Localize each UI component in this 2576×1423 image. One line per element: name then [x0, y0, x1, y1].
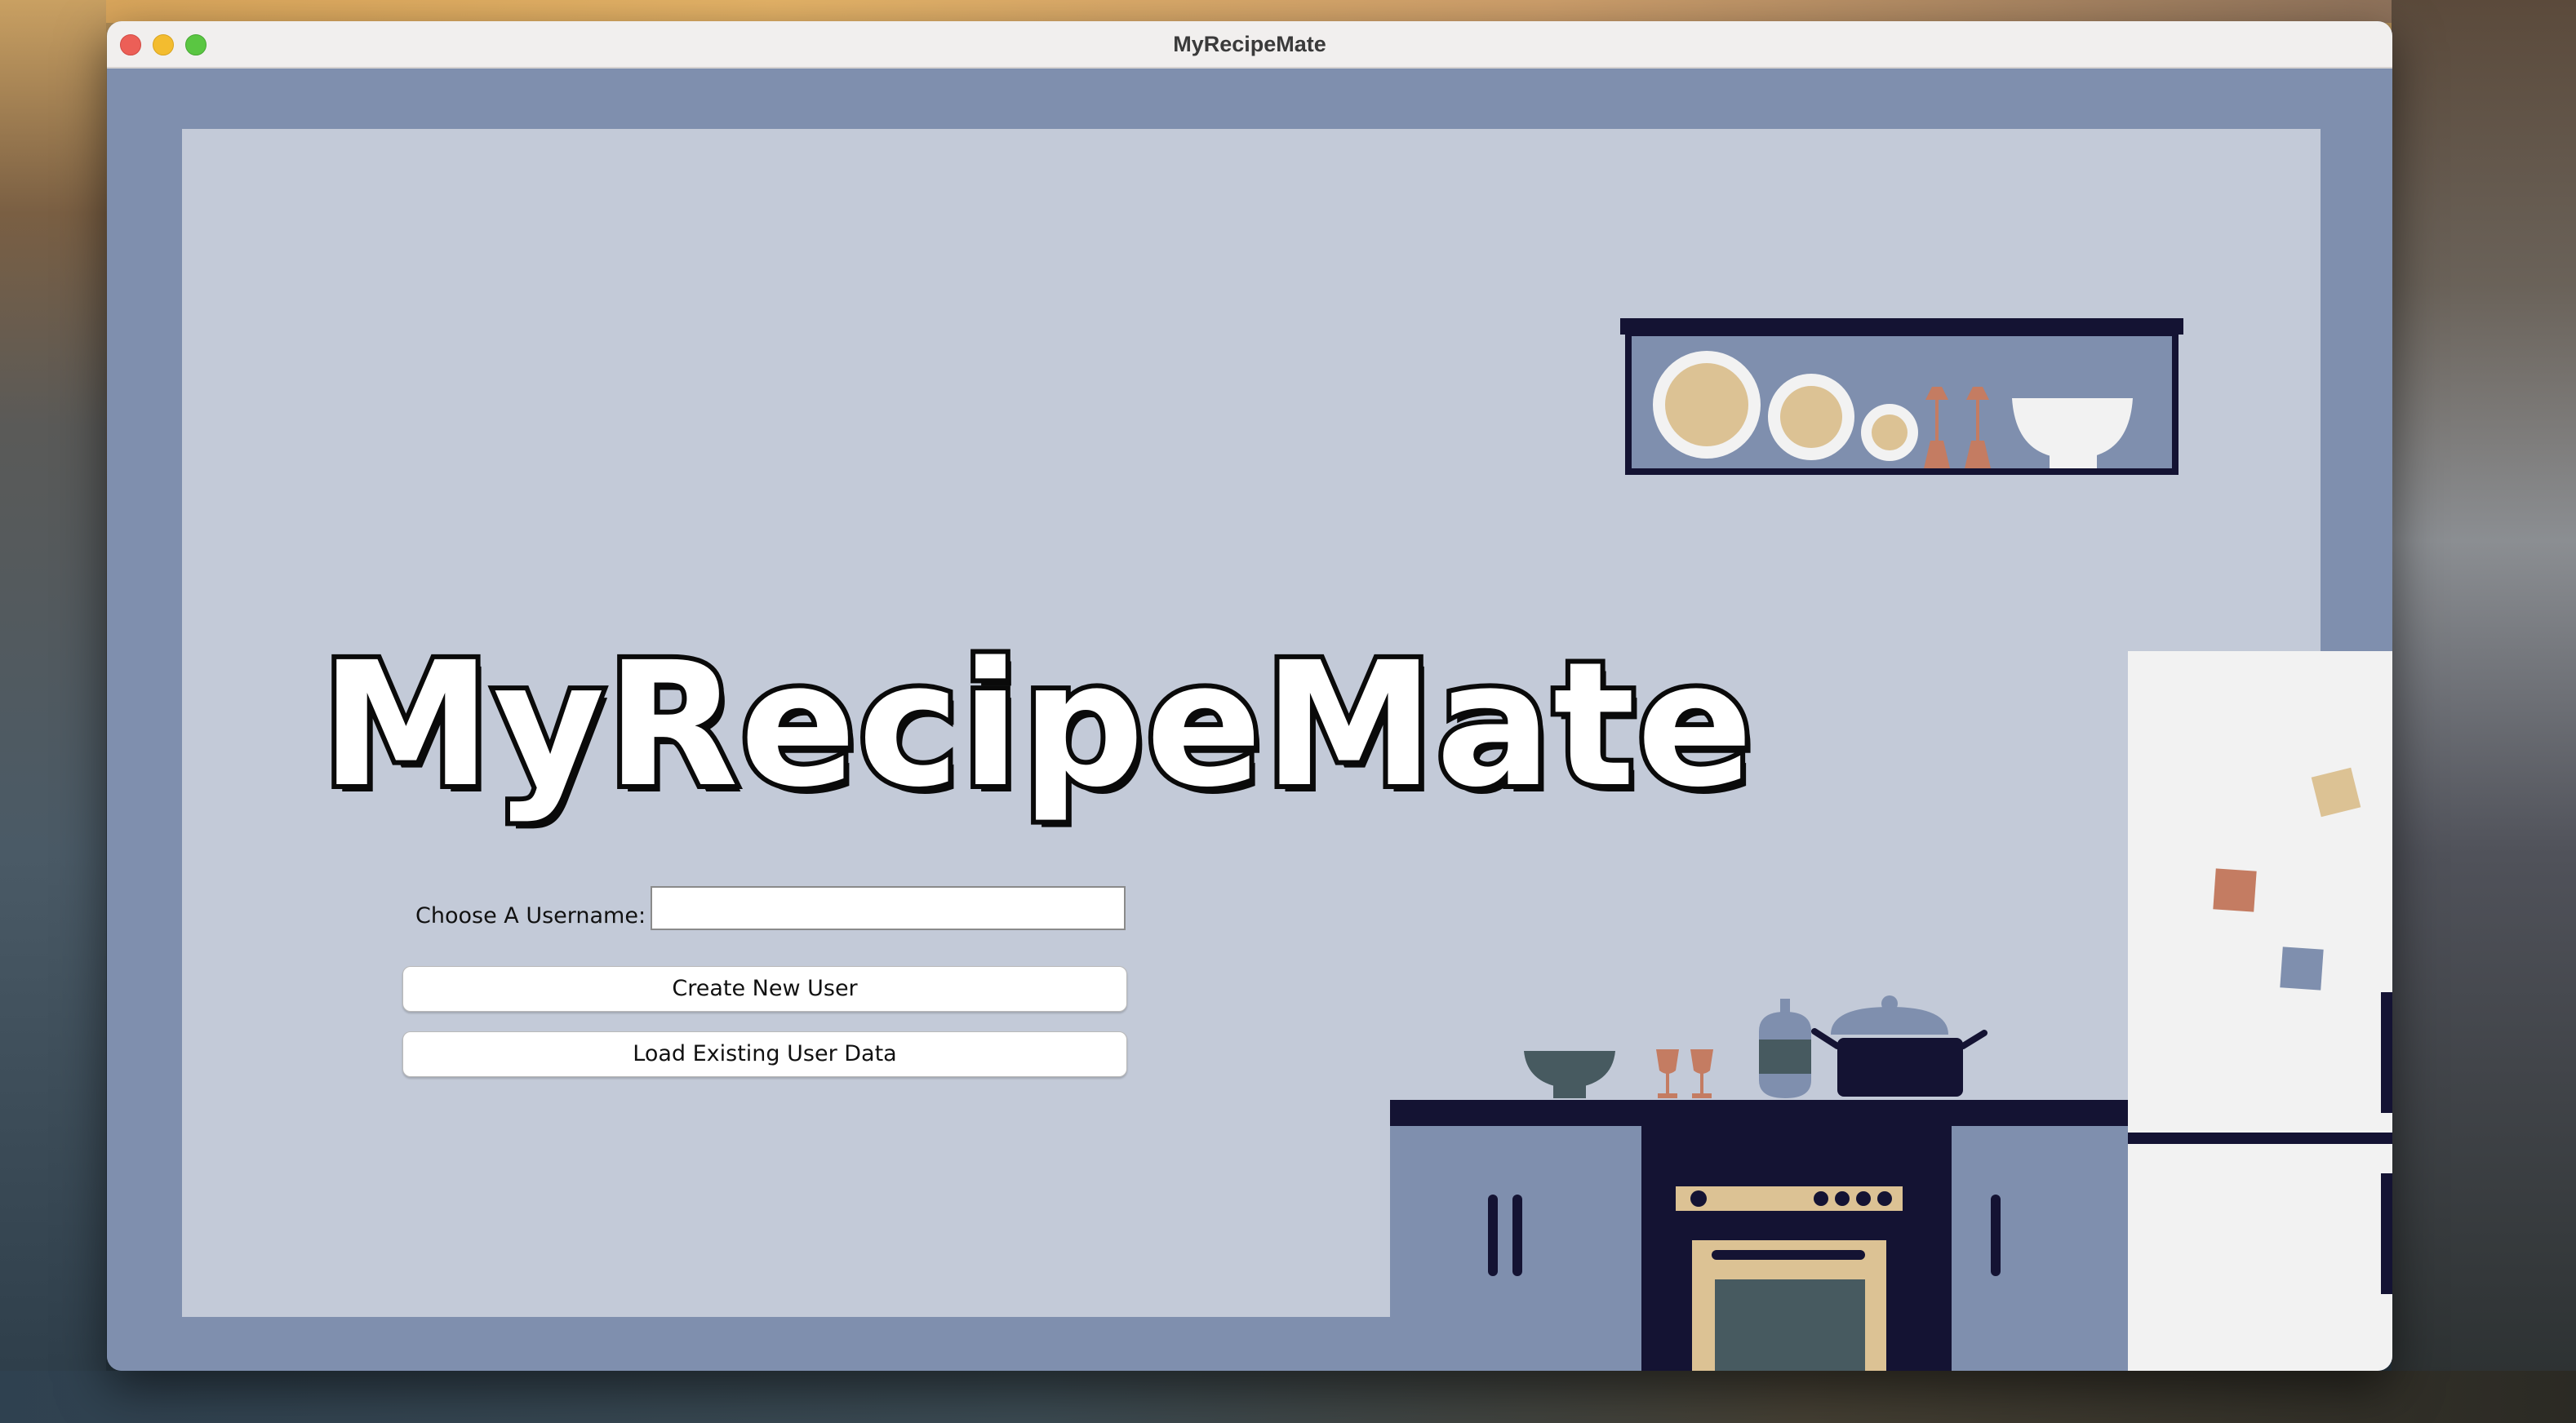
desktop-wallpaper-right	[2392, 0, 2576, 1423]
oven-handle	[1712, 1250, 1865, 1260]
cabinet-right	[1952, 1126, 2139, 1371]
username-input[interactable]	[651, 886, 1126, 930]
title-bar: MyRecipeMate	[107, 21, 2392, 69]
plate-icon	[1768, 374, 1854, 460]
bowl-icon	[1524, 1051, 1615, 1098]
oven-window	[1715, 1279, 1865, 1371]
stove-knob	[1856, 1191, 1871, 1206]
load-existing-user-data-button[interactable]: Load Existing User Data	[402, 1031, 1127, 1077]
stove-knob	[1814, 1191, 1828, 1206]
desktop-wallpaper-bottom	[0, 1371, 2576, 1423]
window-title: MyRecipeMate	[1173, 32, 1326, 56]
pot-icon	[1811, 995, 1988, 1097]
fridge-divider	[2128, 1133, 2392, 1144]
cabinet-handle	[1991, 1195, 2001, 1276]
fridge-body	[2128, 651, 2392, 1371]
countertop	[1390, 1100, 2133, 1129]
fridge	[2128, 651, 2392, 1371]
magnet-icon	[2280, 946, 2324, 991]
plate-icon	[1861, 404, 1918, 461]
wine-glass-icon	[1656, 1049, 1679, 1098]
app-window: MyRecipeMate MyRecipeMate Choose A Usern…	[107, 21, 2392, 1371]
wine-glass-icon	[1690, 1049, 1713, 1098]
fridge-handle	[2381, 1173, 2392, 1294]
fridge-handle	[2381, 992, 2392, 1113]
desktop-wallpaper-left	[0, 0, 106, 1423]
plate-icon	[1653, 351, 1761, 459]
magnet-icon	[2213, 868, 2257, 912]
username-label: Choose A Username:	[415, 903, 646, 929]
wall-shelf	[1620, 318, 2183, 475]
cabinet-handle	[1512, 1195, 1522, 1276]
bottle-icon	[1759, 999, 1811, 1098]
stove-knob	[1835, 1191, 1850, 1206]
cabinet-handle	[1488, 1195, 1498, 1276]
desktop-wallpaper-top	[0, 0, 2576, 23]
create-new-user-button[interactable]: Create New User	[402, 966, 1127, 1012]
kitchen-counter	[1390, 995, 2139, 1371]
app-title: MyRecipeMate	[316, 620, 1758, 830]
stove-knob	[1877, 1191, 1892, 1206]
app-content: MyRecipeMate Choose A Username: Create N…	[107, 69, 2392, 1371]
stove-knob	[1690, 1190, 1707, 1207]
